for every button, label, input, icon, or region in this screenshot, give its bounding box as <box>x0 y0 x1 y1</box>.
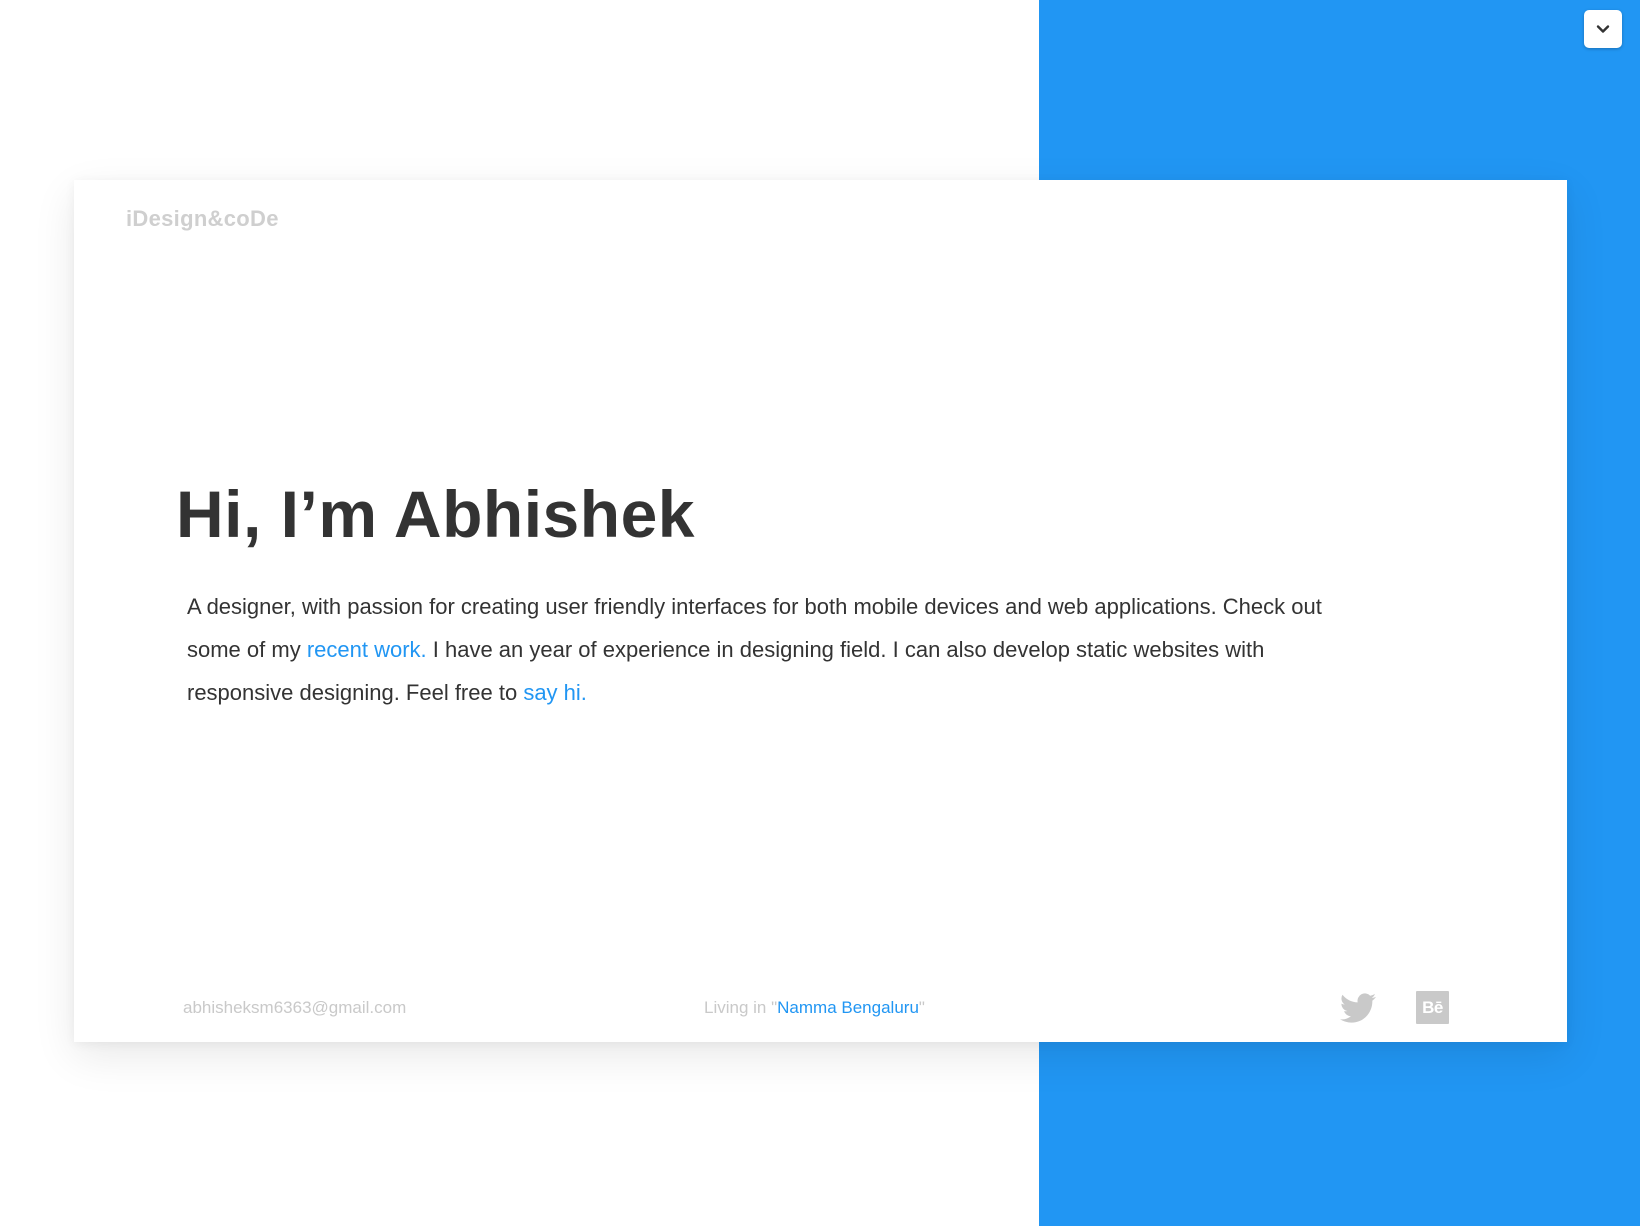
chevron-down-icon <box>1596 25 1610 33</box>
location-prefix: Living in <box>704 998 772 1017</box>
footer-location: Living in "Namma Bengaluru" <box>704 998 925 1018</box>
behance-link[interactable]: Bē <box>1416 991 1449 1024</box>
menu-toggle-button[interactable] <box>1584 10 1622 48</box>
recent-work-link[interactable]: recent work. <box>307 637 427 662</box>
behance-icon: Bē <box>1422 997 1443 1017</box>
twitter-link[interactable] <box>1338 990 1378 1026</box>
location-close-quote: " <box>918 998 925 1017</box>
footer-email[interactable]: abhisheksm6363@gmail.com <box>183 998 406 1018</box>
intro-card: iDesign&coDe Hi, I’m Abhishek A designer… <box>74 180 1567 1042</box>
say-hi-link[interactable]: say hi. <box>523 680 587 705</box>
location-city: Namma Bengaluru <box>777 998 919 1017</box>
twitter-icon <box>1340 993 1376 1023</box>
site-logo[interactable]: iDesign&coDe <box>126 206 279 232</box>
page-title: Hi, I’m Abhishek <box>176 477 695 551</box>
intro-paragraph: A designer, with passion for creating us… <box>187 585 1347 714</box>
